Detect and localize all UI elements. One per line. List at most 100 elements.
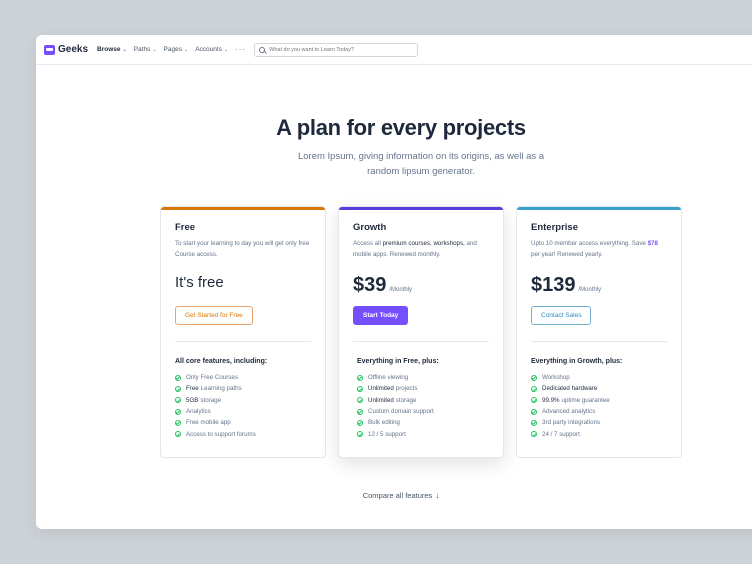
- divider: [353, 341, 489, 342]
- check-circle-icon: [175, 374, 181, 381]
- contact-sales-button[interactable]: Contact Sales: [531, 306, 592, 325]
- feature-text: uptime guarantee: [561, 396, 610, 404]
- check-circle-icon: [531, 374, 537, 381]
- nav-pages[interactable]: Pages ⌄: [164, 46, 189, 53]
- features-title: All core features, including:: [175, 358, 268, 365]
- price-period: /Monthly: [578, 287, 602, 293]
- start-today-button[interactable]: Start Today: [353, 306, 409, 325]
- check-circle-icon: [357, 385, 363, 392]
- feature-text: 12 / 5 support: [368, 430, 406, 438]
- feature-highlight: 5GB: [186, 396, 199, 404]
- feature-text: Access to support forums: [186, 430, 256, 438]
- feature-text: storage: [200, 396, 222, 404]
- page-subtitle: Lorem Ipsum, giving information on its o…: [297, 151, 545, 177]
- plan-name: Enterprise: [531, 222, 578, 233]
- feature-item: Offline viewing: [357, 372, 493, 383]
- check-circle-icon: [531, 431, 537, 438]
- feature-item: Only Free Courses: [175, 372, 315, 383]
- feature-highlight: Unlimited: [368, 385, 394, 393]
- feature-item: Workshop: [531, 372, 671, 383]
- check-circle-icon: [531, 397, 537, 404]
- feature-text: Learning paths: [200, 385, 242, 393]
- plan-name: Growth: [353, 222, 387, 233]
- nav-paths[interactable]: Paths ⌄: [134, 46, 157, 53]
- plan-description: To start your learning to day you will g…: [175, 240, 310, 258]
- price-period: /Monthly: [389, 287, 413, 293]
- feature-section: All core features, including: Only Free …: [175, 358, 315, 440]
- plan-description: Upto 10 member access everything. Save $…: [531, 238, 667, 262]
- feature-text: Only Free Courses: [186, 374, 238, 382]
- desc-text: Access all: [353, 240, 383, 247]
- feature-text: Workshop: [542, 374, 570, 382]
- logo[interactable]: Geeks: [44, 44, 88, 55]
- nav-accounts[interactable]: Accounts ⌄: [195, 46, 228, 53]
- feature-item: Dedicated hardware: [531, 383, 671, 394]
- logo-text: Geeks: [58, 44, 89, 55]
- desc-highlight: premium courses, workshops,: [382, 240, 465, 247]
- plan-card-enterprise: Enterprise Upto 10 member access everyth…: [516, 206, 682, 458]
- plan-description: Access all premium courses, workshops, a…: [353, 238, 489, 262]
- feature-text: Offline viewing: [368, 374, 409, 382]
- desc-text: Upto 10 member access everything. Save: [531, 240, 648, 247]
- plan-price: $139: [531, 274, 576, 296]
- nav-pages-label: Pages: [163, 46, 182, 53]
- feature-text: Bulk editing: [368, 419, 400, 427]
- feature-highlight: Unlimited: [368, 396, 394, 404]
- nav-browse-label: Browse: [97, 46, 121, 53]
- check-circle-icon: [175, 408, 181, 415]
- feature-list: Only Free Courses Free Learning paths 5GB…: [175, 372, 315, 440]
- compare-label: Compare all features: [362, 491, 433, 500]
- check-circle-icon: [531, 385, 537, 392]
- feature-text: Custom domain support: [368, 408, 434, 416]
- chevron-down-icon: ⌄: [122, 46, 127, 53]
- arrow-down-icon: ↓: [435, 491, 440, 500]
- feature-item: Free mobile app: [175, 417, 315, 428]
- feature-item: Analytics: [175, 406, 315, 417]
- get-started-free-button[interactable]: Get Started for Free: [175, 306, 253, 325]
- features-title: Everything in Free, plus:: [357, 358, 439, 365]
- feature-highlight: 99.9%: [542, 396, 560, 404]
- feature-text: 3rd party integrations: [542, 419, 601, 427]
- feature-list: Offline viewing Unlimited projects Unlimi…: [357, 372, 493, 440]
- feature-item: Custom domain support: [357, 406, 493, 417]
- check-circle-icon: [357, 419, 363, 426]
- feature-item: 5GB storage: [175, 395, 315, 406]
- feature-item: Bulk editing: [357, 417, 493, 428]
- features-title: Everything in Growth, plus:: [531, 358, 623, 365]
- top-navbar: Geeks Browse ⌄ Paths ⌄ Pages ⌄ Accounts ⌄ ··…: [36, 35, 752, 65]
- check-circle-icon: [357, 374, 363, 381]
- chevron-down-icon: ⌄: [223, 46, 229, 53]
- divider: [531, 341, 667, 342]
- check-circle-icon: [175, 431, 181, 438]
- feature-text: projects: [395, 385, 418, 393]
- feature-item: Unlimited storage: [357, 395, 493, 406]
- feature-list: Workshop Dedicated hardware 99.9% uptime …: [531, 372, 671, 440]
- feature-text: storage: [395, 396, 417, 404]
- feature-section: Everything in Free, plus: Offline viewin…: [357, 358, 493, 440]
- feature-item: 3rd party integrations: [531, 417, 671, 428]
- plan-price: It's free: [175, 274, 224, 291]
- check-circle-icon: [531, 419, 537, 426]
- browser-window: Geeks Browse ⌄ Paths ⌄ Pages ⌄ Accounts ⌄ ··…: [36, 35, 752, 529]
- chevron-down-icon: ⌄: [183, 46, 189, 53]
- feature-item: 12 / 5 support: [357, 428, 493, 439]
- search-box[interactable]: [254, 42, 419, 57]
- feature-text: Free mobile app: [186, 419, 231, 427]
- nav-browse[interactable]: Browse ⌄: [97, 46, 127, 53]
- plan-name: Free: [175, 222, 196, 233]
- feature-text: Analytics: [186, 408, 211, 416]
- feature-item: Unlimited projects: [357, 383, 493, 394]
- feature-highlight: Free: [186, 385, 199, 393]
- feature-text: Dedicated hardware: [542, 385, 598, 393]
- divider: [175, 341, 311, 342]
- check-circle-icon: [531, 408, 537, 415]
- desc-text: per year! Renewed yearly.: [531, 251, 603, 258]
- more-menu-icon[interactable]: ···: [235, 45, 246, 54]
- compare-features-link[interactable]: Compare all features ↓: [36, 491, 752, 500]
- check-circle-icon: [357, 397, 363, 404]
- check-circle-icon: [357, 431, 363, 438]
- search-icon: [259, 46, 266, 53]
- check-circle-icon: [175, 397, 181, 404]
- feature-section: Everything in Growth, plus: Workshop Ded…: [531, 358, 671, 440]
- search-input[interactable]: [269, 46, 410, 53]
